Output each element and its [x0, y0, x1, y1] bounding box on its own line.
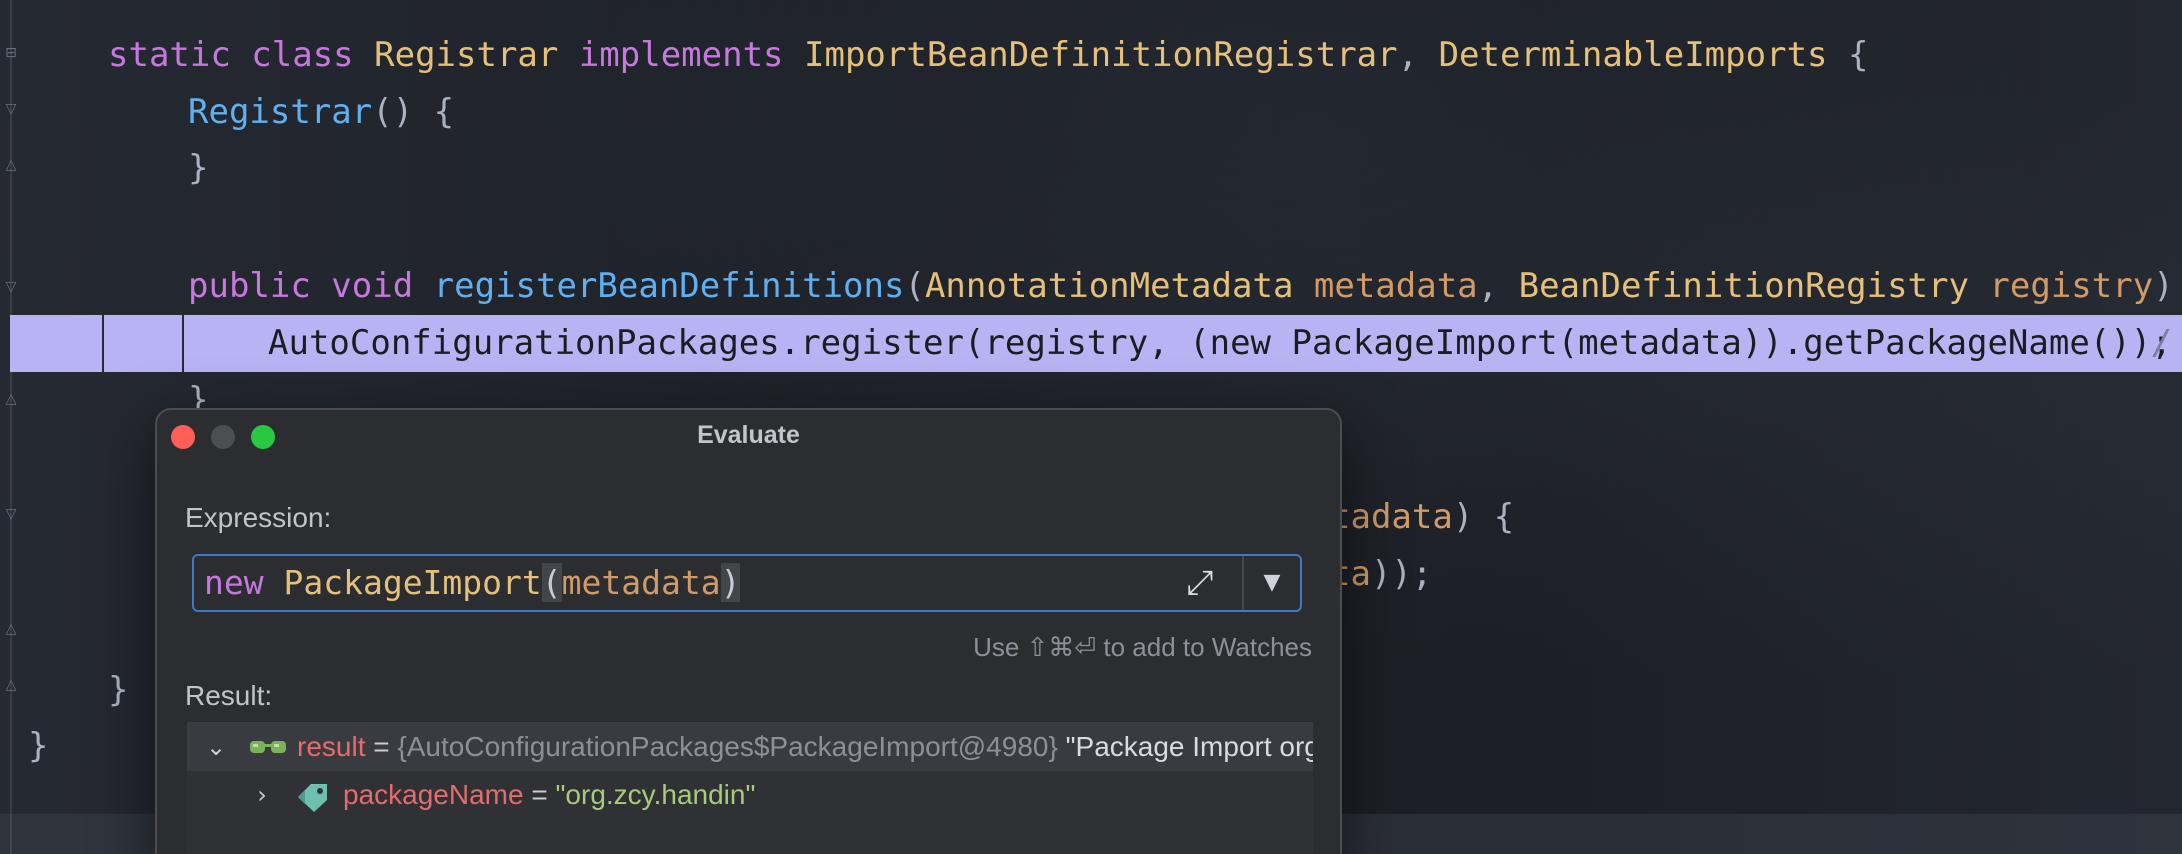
code-line[interactable]: } [28, 718, 48, 774]
code-token: class [251, 35, 375, 75]
code-token: Registrar [374, 35, 579, 75]
code-token: BeanDefinitionRegistry [1518, 266, 1990, 306]
field-tag-icon [298, 784, 327, 812]
code-token: } [28, 726, 49, 766]
code-line[interactable]: static class Registrar implements Import… [108, 27, 1868, 83]
package-name-eq: = [523, 779, 556, 810]
code-token: registerBeanDefinitions [433, 266, 905, 306]
package-name-var: packageName [343, 779, 524, 810]
dialog-title: Evaluate [697, 421, 800, 449]
code-token: ) { [2153, 266, 2174, 306]
code-token: } [188, 148, 209, 188]
code-line[interactable]: AutoConfigurationPackages.register(regis… [268, 315, 2172, 371]
dialog-titlebar[interactable]: Evaluate [157, 410, 1340, 460]
tree-row-package-name[interactable]: › packageName = "org.zcy.handin" [187, 771, 1313, 819]
fold-icon[interactable]: ▽ [2, 505, 20, 523]
result-object-ref: {AutoConfigurationPackages$PackageImport… [397, 731, 1058, 762]
expression-text[interactable]: new PackageImport(metadata) [204, 556, 741, 610]
watch-glasses-icon [250, 741, 286, 753]
expression-input[interactable]: new PackageImport(metadata) ⤢ ▼ [192, 554, 1302, 612]
code-line[interactable]: Registrar() { [188, 84, 454, 140]
chevron-down-icon[interactable]: ⌄ [201, 723, 231, 771]
code-token: AnnotationMetadata [924, 266, 1314, 306]
fold-icon[interactable]: △ [2, 156, 20, 174]
code-token: ) { [1452, 497, 1515, 537]
history-dropdown-icon[interactable]: ▼ [1254, 562, 1290, 604]
gutter-separator [182, 315, 184, 372]
expand-icon[interactable]: ⤢ [1178, 562, 1222, 604]
expr-close-paren: ) [720, 563, 741, 602]
expression-label: Expression: [185, 502, 332, 533]
code-token: ImportBeanDefinitionRegistrar [804, 35, 1398, 75]
inline-hint: / [2152, 323, 2173, 363]
code-token: )); [1370, 554, 1433, 594]
result-label: Result: [185, 680, 273, 711]
code-token: AutoConfigurationPackages.register(regis… [268, 323, 2172, 363]
expr-keyword: new [204, 563, 284, 602]
result-var-name: result [297, 731, 366, 762]
expr-open-paren: ( [541, 563, 562, 602]
code-line[interactable]: } [188, 140, 208, 196]
tree-row-result[interactable]: ⌄ result = {AutoConfigurationPackages$Pa… [187, 723, 1313, 771]
code-line[interactable]: } [108, 662, 128, 718]
code-token: public [188, 266, 332, 306]
evaluate-dialog: Evaluate Expression: new PackageImport(m… [155, 408, 1342, 854]
code-line[interactable]: tadata) { [1330, 489, 1514, 545]
code-token: static [108, 35, 252, 75]
code-token: tadata [1330, 497, 1453, 537]
code-token: , [1477, 266, 1519, 306]
fold-icon[interactable]: △ [2, 676, 20, 694]
code-token: () { [372, 92, 455, 132]
fold-icon[interactable]: ▽ [2, 278, 20, 296]
package-name-value: "org.zcy.handin" [555, 779, 756, 810]
field-divider [1242, 556, 1244, 610]
code-token: metadata [1313, 266, 1478, 306]
expr-arg: metadata [561, 563, 721, 602]
fold-icon[interactable]: ▽ [2, 100, 20, 118]
package-name-entry: packageName = "org.zcy.handin" [343, 771, 755, 819]
code-token: { [1847, 35, 1869, 75]
result-tree[interactable]: ⌄ result = {AutoConfigurationPackages$Pa… [187, 722, 1313, 854]
gutter-line [10, 0, 12, 854]
result-eq: = [365, 731, 398, 762]
gutter-separator [102, 315, 104, 372]
code-token: } [108, 670, 129, 710]
code-token: DeterminableImports [1438, 35, 1848, 75]
code-token: void [331, 266, 434, 306]
code-token: registry [1989, 266, 2154, 306]
add-to-watches-hint: Use ⇧⌘⏎ to add to Watches [973, 632, 1312, 662]
code-line[interactable]: ta)); [1330, 546, 1432, 602]
fold-icon[interactable]: ⊟ [2, 44, 20, 62]
result-string-value: "Package Import org.zcy.handin" [1065, 731, 1313, 762]
fold-icon[interactable]: △ [2, 620, 20, 638]
code-token: Registrar [188, 92, 373, 132]
code-line[interactable]: public void registerBeanDefinitions(Anno… [188, 258, 2182, 314]
code-token: implements [578, 35, 804, 75]
code-token: , [1397, 35, 1439, 75]
code-token: ( [904, 266, 925, 306]
result-entry: result = {AutoConfigurationPackages$Pack… [297, 723, 1313, 771]
chevron-right-icon[interactable]: › [247, 771, 277, 819]
expr-type: PackageImport [283, 563, 542, 602]
fold-icon[interactable]: △ [2, 390, 20, 408]
editor-gutter: ⊟ ▽ △ ▽ △ ▽ △ △ [0, 0, 30, 854]
